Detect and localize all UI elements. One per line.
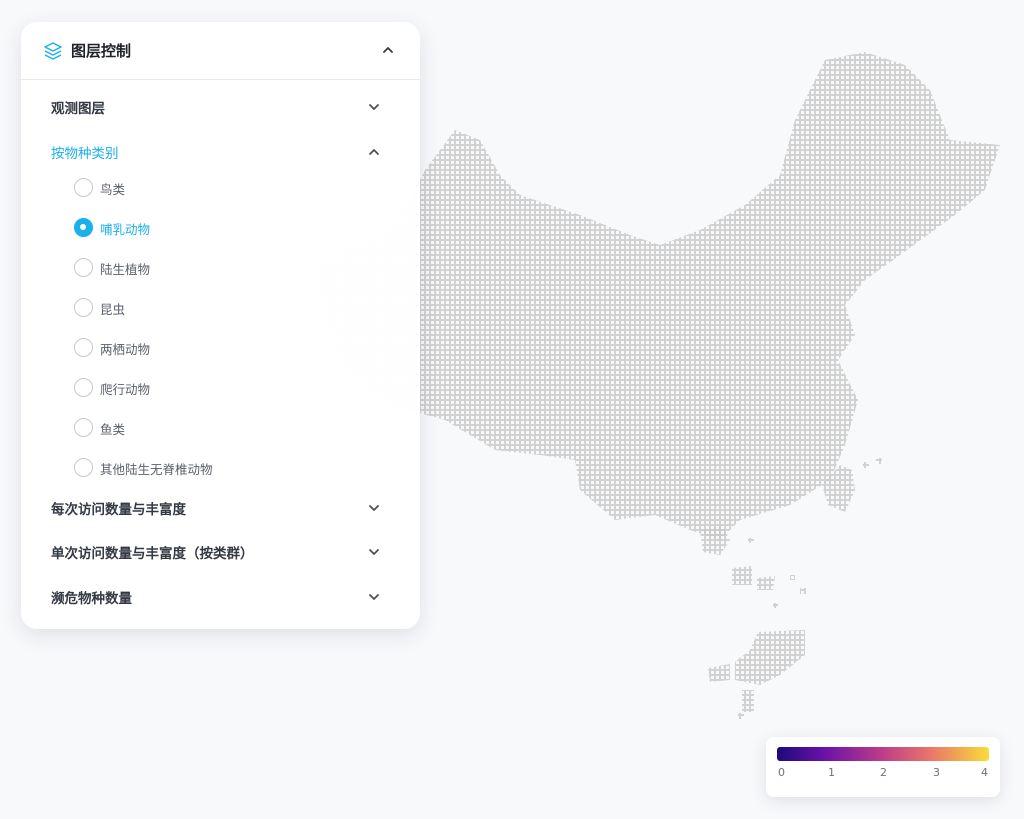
panel-header[interactable]: 图层控制	[21, 22, 420, 80]
chevron-down-icon[interactable]	[367, 100, 381, 114]
section-observation-layers[interactable]: 观测图层	[51, 95, 391, 119]
radio-label: 哺乳动物	[100, 222, 151, 237]
radio-label: 陆生植物	[100, 262, 151, 277]
section-per-visit-richness[interactable]: 每次访问数量与丰富度	[51, 496, 391, 520]
radio-button[interactable]	[74, 178, 93, 197]
radio-option-fish[interactable]: 鱼类	[74, 416, 334, 440]
legend-gradient-bar	[777, 747, 989, 761]
chevron-up-icon[interactable]	[381, 43, 395, 57]
chevron-up-icon[interactable]	[367, 145, 381, 159]
section-single-visit-richness-by-group[interactable]: 单次访问数量与丰富度（按类群）	[51, 540, 391, 564]
section-label: 濒危物种数量	[51, 591, 132, 607]
radio-label: 爬行动物	[100, 382, 151, 397]
radio-option-land-plants[interactable]: 陆生植物	[74, 256, 334, 280]
radio-option-insects[interactable]: 昆虫	[74, 296, 334, 320]
island	[876, 458, 882, 464]
legend-tick: 0	[778, 766, 785, 779]
radio-button[interactable]	[74, 378, 93, 397]
island	[800, 588, 806, 594]
radio-option-mammals[interactable]: 哺乳动物	[74, 216, 334, 240]
legend-tick: 1	[828, 766, 835, 779]
radio-button[interactable]	[74, 338, 93, 357]
section-endangered-species-count[interactable]: 濒危物种数量	[51, 585, 391, 609]
color-legend: 0 1 2 3 4	[766, 737, 1000, 797]
section-label: 观测图层	[51, 101, 105, 117]
island	[790, 575, 795, 580]
radio-label: 两栖动物	[100, 342, 151, 357]
radio-label: 其他陆生无脊椎动物	[100, 462, 213, 477]
radio-label: 鸟类	[100, 182, 126, 197]
radio-option-birds[interactable]: 鸟类	[74, 176, 334, 200]
layer-control-panel: 图层控制 观测图层 按物种类别 鸟类 哺乳动物 陆生植物 昆虫 两栖动物 爬行动…	[21, 22, 420, 629]
section-by-species-category[interactable]: 按物种类别	[51, 140, 391, 164]
radio-button-selected[interactable]	[74, 218, 93, 237]
nansha-grid	[735, 630, 805, 685]
xisha-grid	[732, 566, 752, 585]
radio-button[interactable]	[74, 458, 93, 477]
layers-icon	[44, 42, 62, 60]
island	[863, 462, 869, 468]
radio-label: 鱼类	[100, 422, 126, 437]
radio-option-other-invertebrates[interactable]: 其他陆生无脊椎动物	[74, 456, 334, 480]
section-label: 每次访问数量与丰富度	[51, 502, 186, 518]
dongsha-grid	[757, 576, 775, 590]
section-label: 单次访问数量与丰富度（按类群）	[51, 546, 254, 562]
radio-option-amphibians[interactable]: 两栖动物	[74, 336, 334, 360]
chevron-down-icon[interactable]	[367, 545, 381, 559]
section-label: 按物种类别	[51, 146, 119, 162]
nansha-grid-2	[708, 664, 730, 682]
island	[773, 603, 778, 608]
legend-tick: 4	[981, 766, 988, 779]
radio-label: 昆虫	[100, 302, 126, 317]
island	[738, 713, 744, 719]
chevron-down-icon[interactable]	[367, 501, 381, 515]
radio-button[interactable]	[74, 298, 93, 317]
radio-button[interactable]	[74, 418, 93, 437]
island	[748, 538, 754, 543]
nansha-grid-3	[742, 690, 754, 712]
legend-tick: 3	[933, 766, 940, 779]
radio-option-reptiles[interactable]: 爬行动物	[74, 376, 334, 400]
chevron-down-icon[interactable]	[367, 590, 381, 604]
legend-tick: 2	[880, 766, 887, 779]
radio-button[interactable]	[74, 258, 93, 277]
panel-title: 图层控制	[71, 42, 132, 60]
